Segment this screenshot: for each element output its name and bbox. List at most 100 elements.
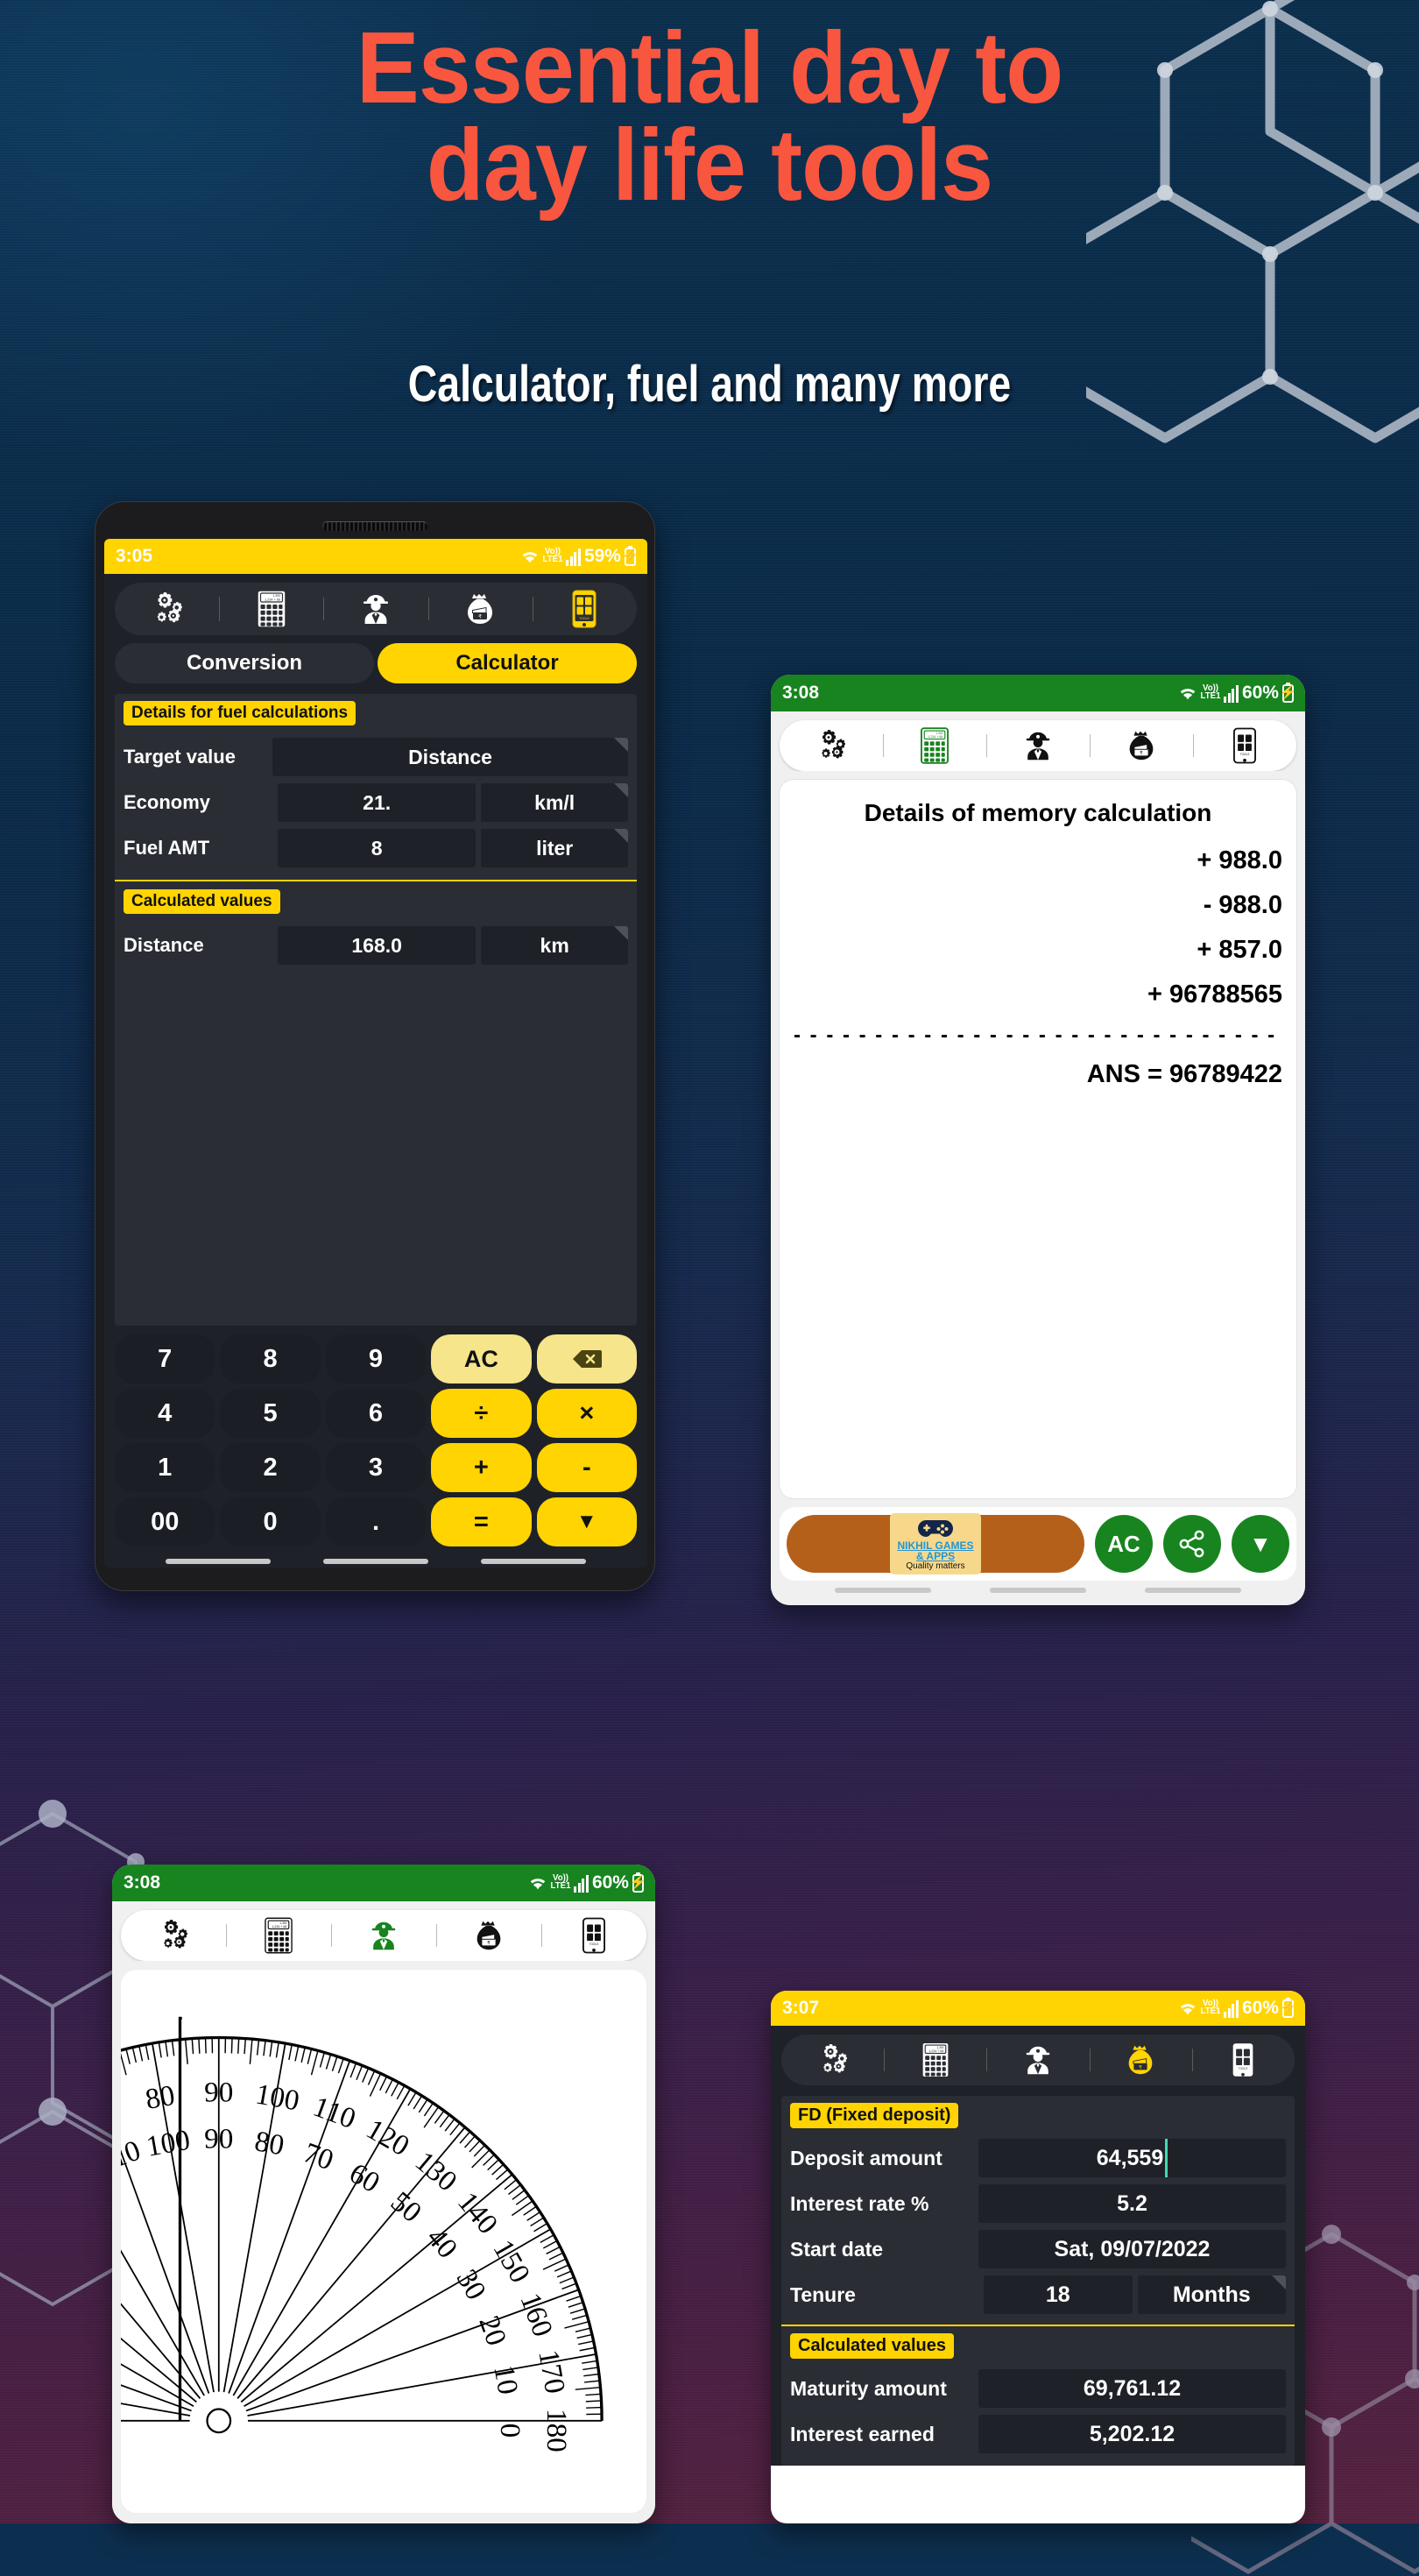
money-bag-icon[interactable]: ₹ [436, 1918, 541, 1953]
status-time: 3:05 [116, 546, 152, 567]
backspace-icon[interactable] [537, 1334, 637, 1384]
phone-tools-icon[interactable]: TOOLS [533, 590, 637, 628]
field-value-deposit-amount[interactable]: 64,559 [978, 2139, 1286, 2177]
gears-icon[interactable] [115, 591, 219, 626]
engineer-icon[interactable] [986, 728, 1090, 763]
battery-icon [1282, 1999, 1294, 2018]
phone3-tool-icon-bar[interactable]: 1,3001,234 + 66 ₹ TOOLS [121, 1910, 646, 1961]
battery-percent: 59% [584, 546, 621, 567]
protractor-graphic[interactable]: 0180101702016030150401405013060120701108… [121, 1970, 646, 2513]
field-unit-fuel-amt[interactable]: liter [481, 829, 628, 867]
key-7[interactable]: 7 [115, 1334, 215, 1384]
money-bag-icon[interactable]: ₹ [1090, 728, 1193, 763]
phone4-tool-icon-bar[interactable]: 1,3001,234 + 66 ₹ TOOLS [781, 2035, 1295, 2085]
tab-conversion[interactable]: Conversion [115, 643, 374, 683]
field-label-fuel-amt: Fuel AMT [124, 837, 272, 860]
field-label-distance: Distance [124, 934, 272, 957]
phone-tools-icon[interactable]: TOOLS [1192, 2042, 1295, 2078]
key-8[interactable]: 8 [220, 1334, 320, 1384]
promo-headline: Essential day to day life tools [50, 19, 1370, 215]
key-9[interactable]: 9 [326, 1334, 426, 1384]
memory-line-2: - 988.0 [794, 891, 1282, 920]
section-divider [115, 880, 637, 881]
tab-calculator[interactable]: Calculator [378, 643, 637, 683]
phone-tools-icon[interactable]: TOOLS [541, 1917, 646, 1954]
key-multiply[interactable]: × [537, 1389, 637, 1438]
svg-text:1,234 + 66: 1,234 + 66 [265, 598, 280, 602]
svg-text:90: 90 [204, 2123, 233, 2155]
chevron-down-icon[interactable]: ▼ [537, 1497, 637, 1546]
gears-icon[interactable] [780, 729, 883, 762]
field-value-interest-rate[interactable]: 5.2 [978, 2184, 1286, 2223]
status-time: 3:07 [782, 1998, 819, 2019]
promo-subheadline: Calculator, fuel and many more [142, 355, 1277, 414]
key-5[interactable]: 5 [220, 1389, 320, 1438]
key-0[interactable]: 0 [220, 1497, 320, 1546]
key-all-clear[interactable]: AC [431, 1334, 531, 1384]
key-3[interactable]: 3 [326, 1443, 426, 1492]
field-value-tenure[interactable]: 18 [984, 2275, 1133, 2314]
calculator-icon[interactable]: 1,3001,234 + 66 [883, 727, 986, 764]
section-divider [781, 2325, 1295, 2326]
phone1-status-bar: 3:05 Vo))LTE1 59% [104, 539, 647, 574]
engineer-icon[interactable] [323, 591, 427, 627]
calculator-icon[interactable]: 1,3001,234 + 66 [226, 1917, 331, 1954]
phone4-status-bar: 3:07 Vo))LTE1 60% [771, 1991, 1305, 2026]
field-value-fuel-amt[interactable]: 8 [278, 829, 476, 867]
ad-banner[interactable]: NIKHIL GAMES & APPS Quality matters [787, 1515, 1084, 1573]
protractor-card[interactable]: 0180101702016030150401405013060120701108… [121, 1970, 646, 2513]
phone-tools-icon[interactable]: TOOLS [1193, 727, 1296, 764]
engineer-icon[interactable] [331, 1918, 436, 1953]
key-1[interactable]: 1 [115, 1443, 215, 1492]
gears-icon[interactable] [781, 2043, 884, 2077]
volte-indicator: Vo))LTE1 [1201, 685, 1221, 701]
field-value-economy[interactable]: 21. [278, 783, 476, 822]
engineer-icon[interactable] [986, 2042, 1089, 2077]
collapse-button[interactable]: ▼ [1232, 1515, 1289, 1573]
key-divide[interactable]: ÷ [431, 1389, 531, 1438]
svg-text:₹: ₹ [1139, 2064, 1142, 2070]
phone2-bottom-bar[interactable]: NIKHIL GAMES & APPS Quality matters AC ▼ [780, 1507, 1296, 1581]
volte-indicator: Vo))LTE1 [1201, 2000, 1221, 2016]
gears-icon[interactable] [121, 1919, 226, 1952]
phone2-tool-icon-bar[interactable]: 1,3001,234 + 66 ₹ TOOLS [780, 720, 1296, 771]
ad-card[interactable]: NIKHIL GAMES & APPS Quality matters [890, 1513, 980, 1575]
all-clear-button[interactable]: AC [1095, 1515, 1153, 1573]
phone1-keypad[interactable]: 7 8 9 AC 4 5 6 ÷ × 1 2 3 + - 00 0 . = ▼ [104, 1326, 647, 1553]
phone1-tool-icon-bar[interactable]: 1,3001,234 + 66 ₹ TOOLS [115, 583, 637, 635]
key-2[interactable]: 2 [220, 1443, 320, 1492]
key-4[interactable]: 4 [115, 1389, 215, 1438]
section-label-outputs: Calculated values [124, 889, 280, 914]
key-double-zero[interactable]: 00 [115, 1497, 215, 1546]
calculator-icon[interactable]: 1,3001,234 + 66 [219, 590, 323, 628]
money-bag-icon[interactable]: ₹ [428, 591, 533, 627]
section-label-inputs: Details for fuel calculations [124, 701, 356, 725]
key-decimal[interactable]: . [326, 1497, 426, 1546]
svg-text:90: 90 [204, 2077, 233, 2109]
calculator-icon[interactable]: 1,3001,234 + 66 [884, 2042, 986, 2078]
volte-indicator: Vo))LTE1 [543, 548, 563, 564]
field-unit-tenure[interactable]: Months [1138, 2275, 1287, 2314]
field-value-start-date[interactable]: Sat, 09/07/2022 [978, 2230, 1286, 2268]
section-label-fd-outputs: Calculated values [790, 2333, 954, 2359]
phone-speaker-notch [322, 521, 427, 531]
wifi-icon [528, 1876, 547, 1891]
field-label-interest-earned: Interest earned [790, 2423, 978, 2446]
signal-bars-icon [574, 1874, 589, 1893]
key-equals[interactable]: = [431, 1497, 531, 1546]
share-button[interactable] [1163, 1515, 1221, 1573]
phone-mockup-protractor: 3:08 Vo))LTE1 60% 1,3001,234 + 66 ₹ [112, 1865, 655, 2523]
deposit-amount-text: 64,559 [1097, 2146, 1163, 2171]
field-unit-economy[interactable]: km/l [481, 783, 628, 822]
phone1-screen: 3:05 Vo))LTE1 59% 1,3001,234 + 66 [104, 539, 647, 1568]
battery-icon [1282, 684, 1294, 703]
field-unit-distance[interactable]: km [481, 926, 628, 965]
phone1-tab-row[interactable]: Conversion Calculator [115, 643, 637, 683]
field-value-interest-earned: 5,202.12 [978, 2415, 1286, 2453]
key-6[interactable]: 6 [326, 1389, 426, 1438]
memory-separator: - - - - - - - - - - - - - - - - - - - - … [794, 1023, 1282, 1048]
key-minus[interactable]: - [537, 1443, 637, 1492]
field-value-target-value[interactable]: Distance [272, 738, 628, 776]
key-plus[interactable]: + [431, 1443, 531, 1492]
money-bag-icon[interactable]: ₹ [1090, 2042, 1192, 2077]
